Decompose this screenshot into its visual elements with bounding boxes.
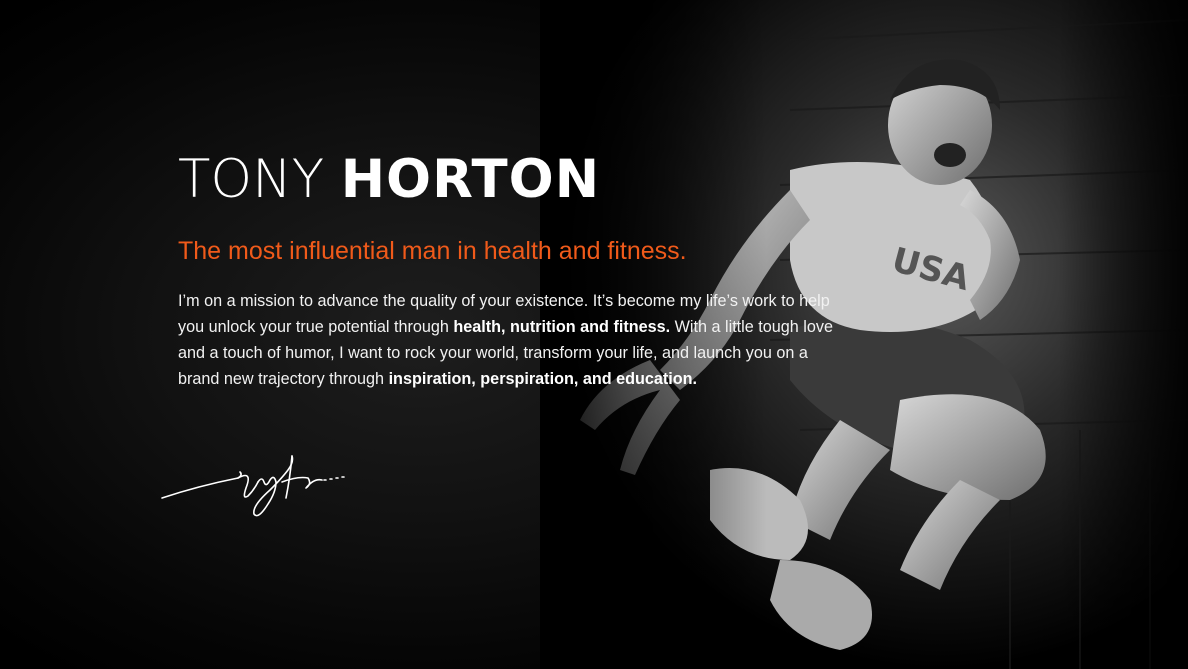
bio-bold-2: inspiration, perspiration, and education… bbox=[388, 370, 698, 388]
tagline: The most influential man in health and f… bbox=[178, 237, 687, 265]
title-last-name: HORTON bbox=[340, 149, 601, 210]
page-title: TONY HORTON bbox=[178, 150, 858, 206]
hero-content: TONY HORTON The most influential man in … bbox=[178, 150, 858, 392]
bio-paragraph: I’m on a mission to advance the quality … bbox=[178, 288, 848, 392]
signature-icon bbox=[158, 448, 348, 528]
bio-bold-1: health, nutrition and fitness. bbox=[453, 318, 671, 336]
title-first-name: TONY bbox=[178, 149, 325, 210]
hero-section: USA TONY HORTON The most influential man… bbox=[0, 0, 1188, 669]
